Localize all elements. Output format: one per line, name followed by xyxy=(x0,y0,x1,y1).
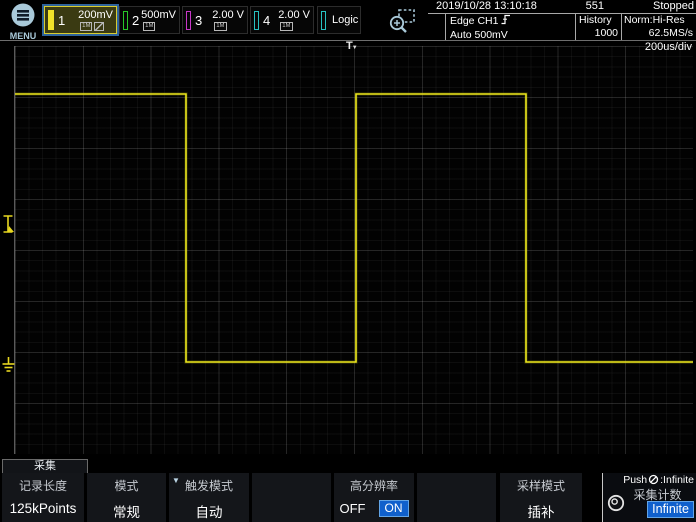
run-state-text: Stopped xyxy=(653,0,694,13)
channel-2-scale: 500mV xyxy=(141,9,176,21)
empty-panel xyxy=(417,473,496,522)
impedance-1m-icon: 1M xyxy=(143,22,155,31)
waveform-polyline xyxy=(15,94,693,362)
channel-2-box[interactable]: 2 500mV 1M xyxy=(119,6,180,34)
mode-panel[interactable]: 模式 常规 xyxy=(87,473,166,522)
header-bar: MENU 1 200mV 1M 2 500mV 1M xyxy=(0,0,696,41)
trigger-position-marker[interactable]: T ▼ xyxy=(346,40,358,52)
waveform-glow xyxy=(15,94,693,362)
trigger-level-icon xyxy=(2,220,14,237)
trigger-type-text: Edge CH1 xyxy=(450,15,498,28)
channel-3-box[interactable]: 3 2.00 V 1M xyxy=(182,6,248,34)
menu-button[interactable]: MENU xyxy=(6,2,40,38)
logic-channel-box[interactable]: Logic xyxy=(317,6,361,34)
ch1-waveform xyxy=(15,46,693,454)
record-length-label: 记录长度 xyxy=(2,477,84,494)
acquisition-mode-box[interactable]: Norm:Hi-Res 62.5MS/s xyxy=(621,14,696,40)
acquisition-count-panel[interactable]: Push :Infinite 采集计数 Infinite xyxy=(603,473,696,522)
channel-2-number: 2 xyxy=(132,13,139,28)
sampling-mode-value: 插补 xyxy=(500,501,582,521)
trigger-position-arrow-icon: ▼ xyxy=(352,45,358,52)
channel-4-color-bar xyxy=(254,11,259,30)
push-hint: Push :Infinite xyxy=(603,474,694,486)
probe-icon xyxy=(94,22,104,31)
acquisition-number: 551 xyxy=(586,0,604,13)
softkey-menu-bar: 记录长度 125kPoints 模式 常规 ▼ 触发模式 自动 高分辨率 OFF… xyxy=(0,473,696,522)
status-block: 2019/10/28 13:10:18 551 Stopped Edge CH1 xyxy=(424,0,696,40)
menu-icon xyxy=(10,15,36,32)
channel-3-number: 3 xyxy=(195,13,202,28)
mode-value: 常规 xyxy=(87,501,166,521)
channel-4-scale: 2.00 V xyxy=(278,9,310,21)
channel-3-color-bar xyxy=(186,11,191,30)
timebase-readout: 200us/div xyxy=(645,41,692,53)
zoom-search-button[interactable] xyxy=(386,7,418,35)
trigger-level-marker[interactable] xyxy=(2,215,14,238)
channel-1-number: 1 xyxy=(58,13,65,28)
dropdown-triangle-icon: ▼ xyxy=(172,476,180,485)
menu-button-label: MENU xyxy=(6,31,40,41)
channel-2-color-bar xyxy=(123,11,128,30)
acquisition-mode-text: Norm:Hi-Res xyxy=(624,14,696,27)
trigger-settings-box[interactable]: Edge CH1 Auto 500mV xyxy=(445,14,575,40)
impedance-1m-icon: 1M xyxy=(214,22,226,31)
record-length-value: 125kPoints xyxy=(2,501,84,516)
channel-3-scale: 2.00 V xyxy=(212,9,244,21)
mode-label: 模式 xyxy=(87,477,166,494)
channel-4-box[interactable]: 4 2.00 V 1M xyxy=(250,6,314,34)
logic-color-bar xyxy=(321,11,326,30)
impedance-1m-icon: 1M xyxy=(80,22,92,31)
channel-1-scale: 200mV xyxy=(78,9,113,21)
push-value: :Infinite xyxy=(660,474,694,486)
channel-1-box[interactable]: 1 200mV 1M xyxy=(44,6,117,34)
rising-edge-icon xyxy=(501,14,511,29)
channel-4-number: 4 xyxy=(263,13,270,28)
tab-acquisition[interactable]: 采集 xyxy=(2,459,88,473)
channel-1-color-bar xyxy=(48,10,54,30)
acq-count-value: Infinite xyxy=(647,501,694,518)
ground-level-icon xyxy=(2,360,15,377)
status-row: 2019/10/28 13:10:18 551 Stopped xyxy=(428,0,696,14)
trigger-status-row: Edge CH1 Auto 500mV History 1000 xyxy=(445,14,696,40)
history-box[interactable]: History 1000 xyxy=(575,14,621,40)
history-value: 1000 xyxy=(579,27,621,40)
trigger-mode-label: 触发模式 xyxy=(169,477,249,494)
high-resolution-label: 高分辨率 xyxy=(334,477,414,494)
waveform-plot-area[interactable] xyxy=(14,46,693,454)
trigger-mode-value: 自动 xyxy=(169,501,249,521)
impedance-1m-icon: 1M xyxy=(280,22,292,31)
trigger-mode-level-text: Auto 500mV xyxy=(450,29,575,42)
sampling-mode-panel[interactable]: 采样模式 插补 xyxy=(500,473,582,522)
high-resolution-panel[interactable]: 高分辨率 OFF ON xyxy=(334,473,414,522)
oscilloscope-screen: MENU 1 200mV 1M 2 500mV 1M xyxy=(0,0,696,522)
sample-rate-text: 62.5MS/s xyxy=(624,27,696,40)
history-label: History xyxy=(579,14,621,27)
datetime-text: 2019/10/28 13:10:18 xyxy=(436,0,537,13)
high-res-off-option[interactable]: OFF xyxy=(340,501,366,516)
high-res-on-option[interactable]: ON xyxy=(379,500,409,517)
sampling-mode-label: 采样模式 xyxy=(500,477,582,494)
zoom-search-icon xyxy=(386,22,418,39)
push-label: Push xyxy=(623,474,647,486)
logic-label: Logic xyxy=(332,14,358,26)
empty-panel xyxy=(252,473,331,522)
knob-press-icon xyxy=(648,474,659,486)
trigger-mode-panel[interactable]: ▼ 触发模式 自动 xyxy=(169,473,249,522)
ch1-ground-marker[interactable] xyxy=(2,357,15,378)
record-length-panel[interactable]: 记录长度 125kPoints xyxy=(2,473,84,522)
